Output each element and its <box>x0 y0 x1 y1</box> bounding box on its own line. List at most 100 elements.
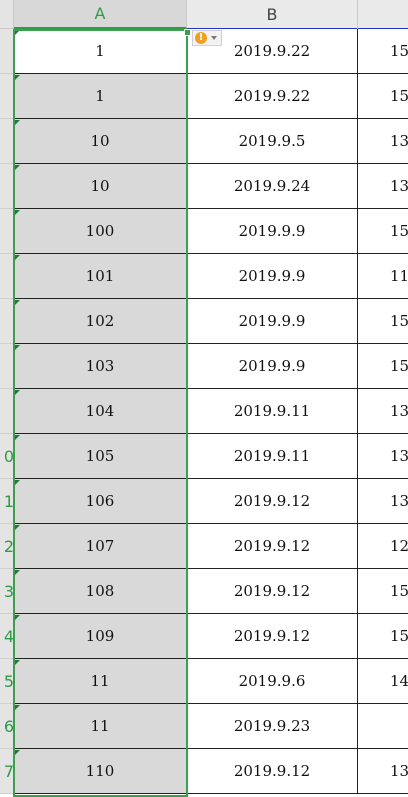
cell-c[interactable]: 14 <box>358 659 408 704</box>
cell-c[interactable]: 13 <box>358 479 408 524</box>
number-as-text-indicator-icon <box>15 255 20 260</box>
column-header-a[interactable]: A <box>14 0 187 29</box>
cell-b[interactable]: 2019.9.12 <box>187 569 358 614</box>
cell-a[interactable]: 102 <box>14 299 187 344</box>
cell-c[interactable]: 11 <box>358 254 408 299</box>
cell-c[interactable]: 15 <box>358 614 408 659</box>
cell-a[interactable]: 101 <box>14 254 187 299</box>
cell-b[interactable]: 2019.9.6 <box>187 659 358 704</box>
cell-c[interactable]: 13 <box>358 119 408 164</box>
column-header-b[interactable]: B <box>187 0 358 29</box>
warning-icon: ! <box>195 32 207 44</box>
fill-handle[interactable] <box>184 29 191 36</box>
table-row: 100 2019.9.9 15 <box>0 209 408 254</box>
table-row: 102 2019.9.9 15 <box>0 299 408 344</box>
cell-a[interactable]: 1 <box>14 74 187 119</box>
cell-c[interactable]: 13 <box>358 389 408 434</box>
number-as-text-indicator-icon <box>15 615 20 620</box>
cell-a[interactable]: 100 <box>14 209 187 254</box>
cell-c[interactable]: 15 <box>358 299 408 344</box>
cell-a[interactable]: 107 <box>14 524 187 569</box>
row-header[interactable] <box>0 74 14 119</box>
cell-c[interactable]: 15 <box>358 209 408 254</box>
cell-a-value: 11 <box>90 717 110 735</box>
cell-a[interactable]: 10 <box>14 164 187 209</box>
cell-c[interactable]: 15 <box>358 29 408 74</box>
cell-b[interactable]: 2019.9.22 <box>187 74 358 119</box>
cell-c[interactable]: 15 <box>358 74 408 119</box>
row-header[interactable] <box>0 299 14 344</box>
cell-c[interactable]: 13 <box>358 434 408 479</box>
column-header-c[interactable] <box>358 0 408 29</box>
cell-c[interactable]: 13 <box>358 164 408 209</box>
row-header[interactable]: 5 <box>0 659 14 704</box>
cell-a-value: 103 <box>85 357 115 375</box>
cell-c[interactable] <box>358 704 408 749</box>
cell-a[interactable]: 1 <box>14 29 187 74</box>
row-header[interactable]: 4 <box>0 614 14 659</box>
cell-a[interactable]: 106 <box>14 479 187 524</box>
select-all-corner[interactable] <box>0 0 14 29</box>
row-header[interactable] <box>0 164 14 209</box>
row-header[interactable]: 6 <box>0 704 14 749</box>
error-check-button[interactable]: ! <box>192 30 222 46</box>
cell-b[interactable]: 2019.9.12 <box>187 479 358 524</box>
number-as-text-indicator-icon <box>15 30 20 35</box>
cell-b[interactable]: 2019.9.12 <box>187 614 358 659</box>
row-header[interactable]: 7 <box>0 749 14 794</box>
number-as-text-indicator-icon <box>15 300 20 305</box>
cell-a-value: 110 <box>85 762 115 780</box>
cell-c[interactable]: 13 <box>358 749 408 794</box>
row-header[interactable] <box>0 344 14 389</box>
number-as-text-indicator-icon <box>15 750 20 755</box>
cell-b[interactable]: 2019.9.11 <box>187 434 358 479</box>
cell-b[interactable]: 2019.9.23 <box>187 704 358 749</box>
row-header[interactable]: 0 <box>0 434 14 479</box>
cell-c[interactable]: 12 <box>358 524 408 569</box>
cell-b[interactable]: 2019.9.11 <box>187 389 358 434</box>
row-header[interactable] <box>0 119 14 164</box>
row-header[interactable] <box>0 29 14 74</box>
table-row: 5 11 2019.9.6 14 <box>0 659 408 704</box>
table-row: 104 2019.9.11 13 <box>0 389 408 434</box>
cell-a[interactable]: 10 <box>14 119 187 164</box>
spreadsheet[interactable]: A B 1 2019.9.22 15 1 2019.9.22 15 10 2019.9.5 13… <box>0 0 408 797</box>
number-as-text-indicator-icon <box>15 480 20 485</box>
row-header[interactable]: 3 <box>0 569 14 614</box>
row-header[interactable]: 1 <box>0 479 14 524</box>
cell-a[interactable]: 11 <box>14 659 187 704</box>
cell-a-value: 1 <box>95 87 105 105</box>
cell-b[interactable]: 2019.9.9 <box>187 254 358 299</box>
cell-b[interactable]: 2019.9.12 <box>187 749 358 794</box>
cell-b[interactable]: 2019.9.9 <box>187 299 358 344</box>
row-header[interactable] <box>0 209 14 254</box>
cell-a[interactable]: 110 <box>14 749 187 794</box>
cell-b[interactable]: 2019.9.12 <box>187 524 358 569</box>
row-header[interactable]: 2 <box>0 524 14 569</box>
table-row: 10 2019.9.24 13 <box>0 164 408 209</box>
cell-c[interactable]: 15 <box>358 344 408 389</box>
table-row: 101 2019.9.9 11 <box>0 254 408 299</box>
table-row: 6 11 2019.9.23 <box>0 704 408 749</box>
cell-a[interactable]: 109 <box>14 614 187 659</box>
cell-a[interactable]: 11 <box>14 704 187 749</box>
number-as-text-indicator-icon <box>15 570 20 575</box>
cell-c[interactable]: 15 <box>358 569 408 614</box>
cell-a[interactable]: 108 <box>14 569 187 614</box>
cell-b[interactable]: 2019.9.24 <box>187 164 358 209</box>
cell-b[interactable]: 2019.9.9 <box>187 209 358 254</box>
cell-a-value: 10 <box>90 177 110 195</box>
cell-a-value: 10 <box>90 132 110 150</box>
cell-a[interactable]: 103 <box>14 344 187 389</box>
table-row: 1 2019.9.22 15 <box>0 74 408 119</box>
row-header[interactable] <box>0 254 14 299</box>
number-as-text-indicator-icon <box>15 660 20 665</box>
number-as-text-indicator-icon <box>15 390 20 395</box>
cell-b[interactable]: 2019.9.5 <box>187 119 358 164</box>
cell-a[interactable]: 105 <box>14 434 187 479</box>
cell-b[interactable]: 2019.9.9 <box>187 344 358 389</box>
row-header[interactable] <box>0 389 14 434</box>
number-as-text-indicator-icon <box>15 525 20 530</box>
cell-a[interactable]: 104 <box>14 389 187 434</box>
cell-a-value: 101 <box>85 267 115 285</box>
